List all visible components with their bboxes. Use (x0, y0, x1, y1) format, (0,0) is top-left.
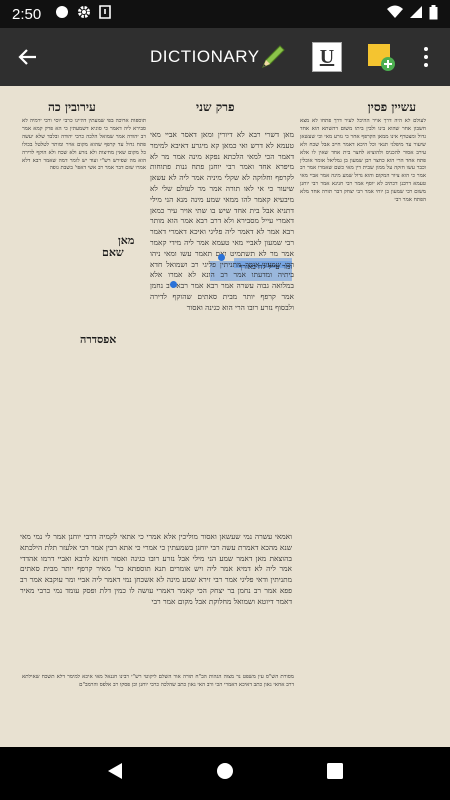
app-title: DICTIONARY (150, 47, 260, 66)
app-bar: DICTIONARY U (0, 28, 450, 86)
lower-text-block[interactable]: ואמאי עשרה נמי שעשאן ואסור מוליכין אלא א… (20, 532, 292, 662)
margin-label-3: אפסדרה (80, 333, 117, 346)
back-button[interactable] (0, 28, 56, 86)
page-header-right: עשיין פסין (367, 100, 416, 114)
battery-icon (429, 4, 438, 24)
right-commentary-column: לעולם לא היה דרך אויר ההיכל לעיר דרך פתח… (300, 118, 426, 204)
footnote-block: מסורת הש"ס עין משפט נר מצוה הגהות הב"ח ת… (22, 674, 294, 688)
recents-square-icon[interactable] (326, 762, 344, 785)
home-circle-icon[interactable] (215, 761, 235, 786)
more-vert-icon[interactable] (416, 42, 436, 72)
status-bar: 2:50 (0, 0, 450, 28)
status-time: 2:50 (12, 5, 42, 23)
underline-button[interactable]: U (312, 42, 342, 72)
back-arrow-icon (18, 49, 36, 65)
page-header-center: פרק שני (196, 100, 235, 114)
main-text-column[interactable]: מאן דשרי רבא לא דיורין ומאן דאסר אביי מא… (150, 130, 294, 530)
cell-signal-icon (409, 5, 423, 23)
pencil-icon (262, 45, 285, 68)
notification-icon (99, 5, 112, 23)
margin-label-2: שאם (102, 246, 124, 259)
pencil-button[interactable] (258, 42, 288, 72)
add-note-icon (368, 44, 395, 71)
talmud-page: עשיין פסין פרק שני עירובין כה לעולם לא ה… (0, 86, 450, 747)
left-commentary-column: תוספות ארוכה בפי שמעתין דהיינו כרבי יוסי… (22, 118, 146, 172)
system-nav-bar (0, 747, 450, 800)
underline-icon: U (319, 45, 335, 68)
selection-start-handle[interactable] (218, 254, 225, 261)
gear-icon (77, 5, 91, 23)
wifi-icon (387, 5, 403, 23)
selection-end-handle[interactable] (170, 281, 177, 288)
selected-text: ומר עייל לה באורך (238, 262, 292, 271)
add-note-button[interactable] (366, 42, 396, 72)
circle-icon (55, 5, 69, 23)
page-header-left: עירובין כה (48, 100, 96, 114)
back-triangle-icon[interactable] (106, 761, 124, 786)
